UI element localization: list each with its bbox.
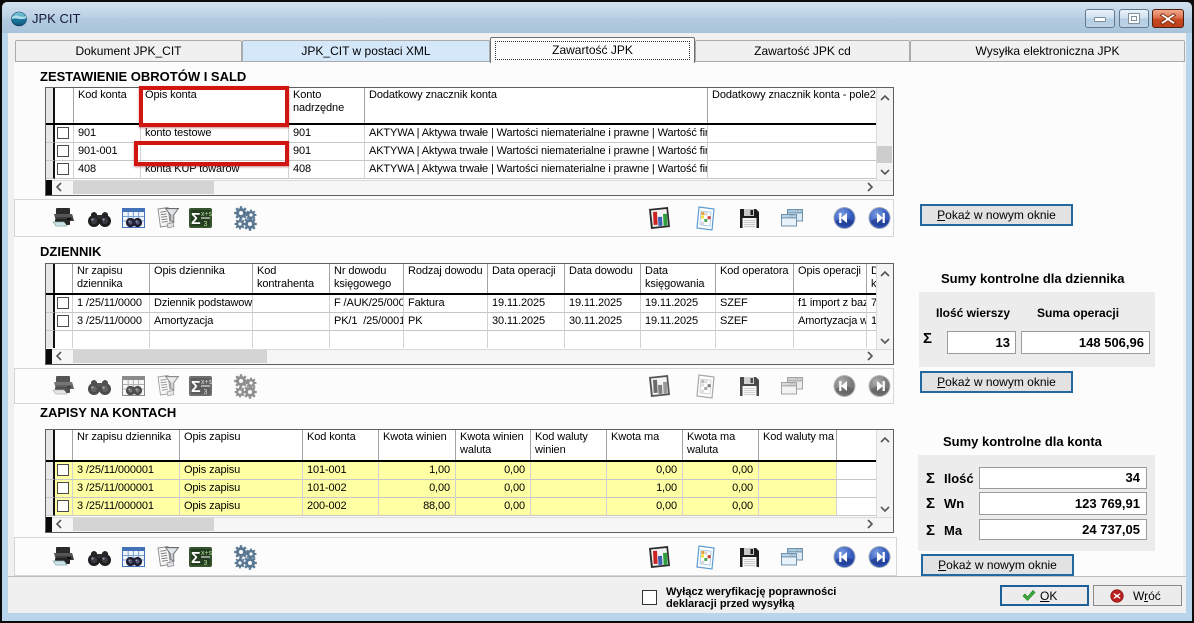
svg-text:Σ: Σ [191,550,201,567]
svg-text:Σ: Σ [191,211,201,228]
svg-text:x+s: x+s [201,379,213,386]
svg-text:3: 3 [204,389,208,396]
svg-text:x+s: x+s [201,550,213,557]
svg-text:Σ: Σ [191,379,201,396]
svg-text:3: 3 [204,221,208,228]
svg-text:x+s: x+s [201,211,213,218]
svg-text:3: 3 [204,560,208,567]
